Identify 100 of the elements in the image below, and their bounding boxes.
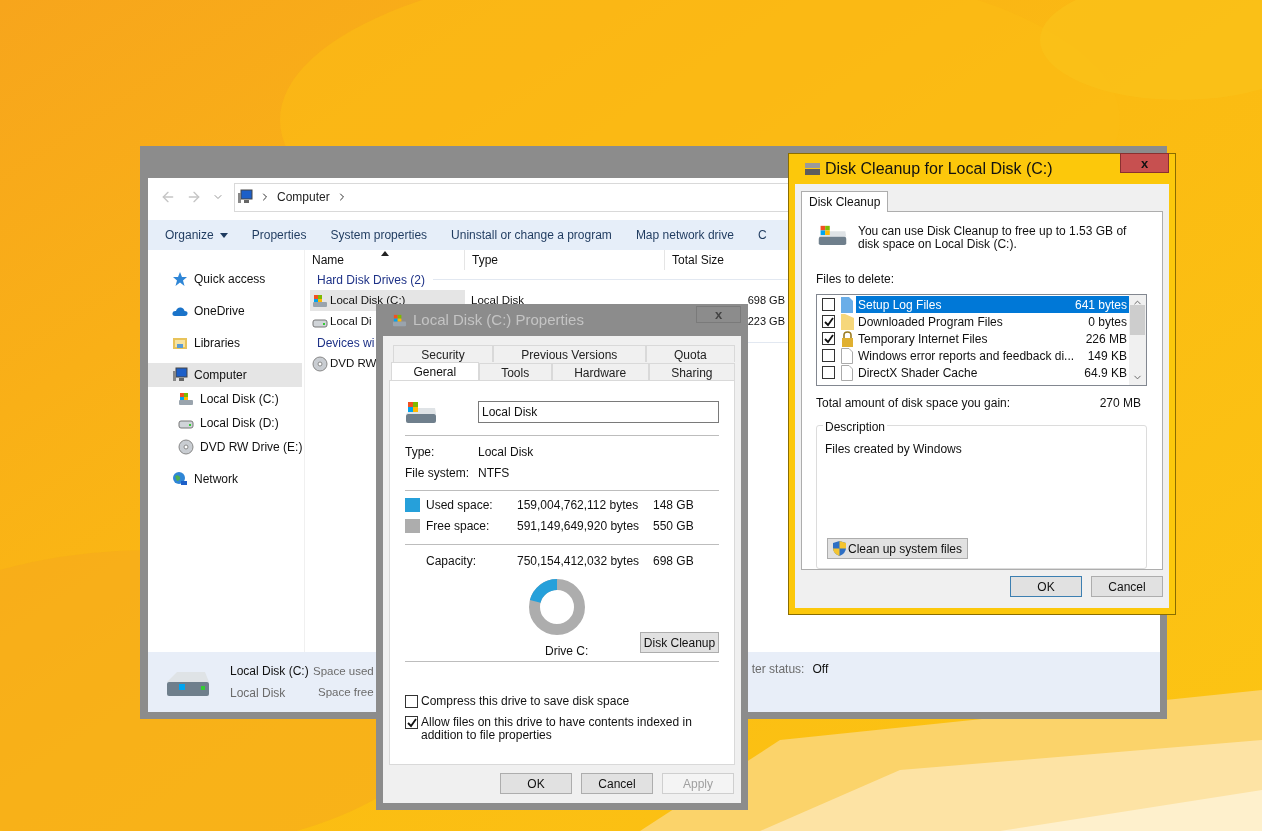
disc-icon <box>178 439 194 455</box>
scrollbar[interactable] <box>1129 295 1146 386</box>
file-row[interactable]: DirectX Shader Cache 64.9 KB <box>856 364 1129 381</box>
command-button[interactable]: Properties <box>251 226 307 244</box>
column-header[interactable]: Name <box>305 250 465 270</box>
tab[interactable]: Tools <box>478 363 552 380</box>
nav-item[interactable]: Computer <box>148 363 302 387</box>
padlock-icon <box>840 330 854 347</box>
nav-item[interactable]: Network <box>148 467 304 491</box>
disk-cleanup-button[interactable]: Disk Cleanup <box>640 632 719 653</box>
capacity-size: 698 GB <box>653 553 694 570</box>
dialog-button[interactable]: Cancel <box>581 773 653 794</box>
field-label: File system: <box>405 465 470 482</box>
drive-icon <box>405 400 437 424</box>
detail-label: ter status: <box>751 661 805 678</box>
command-button[interactable]: Organize <box>165 226 228 244</box>
capacity-label: Capacity: <box>426 553 478 570</box>
checkbox[interactable] <box>822 332 835 345</box>
drive-icon <box>392 312 407 328</box>
capacity-bytes: 750,154,412,032 bytes <box>517 553 641 570</box>
option-label: Compress this drive to save disk space <box>421 695 631 708</box>
group-heading[interactable]: Hard Disk Drives (2) <box>317 270 425 289</box>
column-header[interactable]: Type <box>465 250 665 270</box>
star-icon <box>172 271 188 287</box>
nav-item[interactable]: Local Disk (D:) <box>148 411 304 435</box>
command-button[interactable]: Map network drive <box>635 226 734 244</box>
drive-icon <box>816 224 849 246</box>
command-button[interactable]: C <box>757 226 767 244</box>
free-space-ring <box>529 579 585 635</box>
nav-item[interactable]: OneDrive <box>148 299 304 323</box>
globe-icon <box>172 471 188 487</box>
scroll-thumb[interactable] <box>1130 305 1145 336</box>
checkbox[interactable] <box>405 695 418 708</box>
option-label: Allow files on this drive to have contents indexed in addition to file properties <box>421 716 693 742</box>
file-row[interactable]: Downloaded Program Files 0 bytes <box>856 313 1129 330</box>
group-heading[interactable]: Devices wi <box>317 333 375 352</box>
dialog-button[interactable]: OK <box>1010 576 1082 597</box>
command-button[interactable]: System properties <box>330 226 428 244</box>
file-row[interactable]: Setup Log Files 641 bytes <box>856 296 1129 313</box>
tab[interactable]: Sharing <box>648 363 735 380</box>
tab[interactable]: Disk Cleanup <box>801 191 889 212</box>
field-value: Local Disk <box>478 444 534 461</box>
list-label: Files to delete: <box>816 271 896 288</box>
command-button[interactable]: Uninstall or change a program <box>451 226 612 244</box>
window-title: Disk Cleanup for Local Disk (C:) <box>825 159 1053 179</box>
field-value: NTFS <box>478 465 510 482</box>
folder-icon <box>172 335 188 351</box>
drive-icon <box>805 163 820 175</box>
checkbox[interactable] <box>822 298 835 311</box>
window-title: Local Disk (C:) Properties <box>413 309 584 330</box>
disc-icon <box>312 355 328 372</box>
checkbox[interactable] <box>822 366 835 379</box>
shield-icon <box>833 541 846 556</box>
breadcrumb[interactable]: Computer <box>277 188 330 206</box>
file-row[interactable]: Local Di <box>310 311 374 332</box>
space-label: Used space: <box>426 497 494 514</box>
total-value: 270 MB <box>1099 395 1141 413</box>
detail-label: Space free <box>318 685 374 700</box>
computer-icon <box>237 189 253 205</box>
document-icon <box>841 364 853 381</box>
nav-item[interactable]: Local Disk (C:) <box>148 387 304 411</box>
checkbox[interactable] <box>405 716 418 729</box>
drive-icon <box>178 391 194 407</box>
close-button[interactable]: x <box>1120 153 1169 173</box>
space-size: 148 GB <box>653 497 694 514</box>
sort-arrow-icon <box>381 251 389 256</box>
checkbox[interactable] <box>822 349 835 362</box>
detail-label: Space used <box>313 663 374 679</box>
folder-icon <box>840 313 854 330</box>
drive-label: Drive C: <box>545 643 589 660</box>
clean-up-system-files-button[interactable]: Clean up system files <box>827 538 969 559</box>
intro-text: You can use Disk Cleanup to free up to 1.53 GB of disk space on Local Disk (C:). <box>858 225 1128 251</box>
dropdown-icon <box>219 232 228 238</box>
file-row[interactable]: Temporary Internet Files 226 MB <box>856 330 1129 347</box>
drive-icon <box>312 292 328 309</box>
tab[interactable]: Hardware <box>551 363 649 380</box>
tab[interactable]: General <box>391 362 479 380</box>
dialog-button[interactable]: Cancel <box>1091 576 1163 597</box>
tab[interactable]: Previous Versions <box>493 345 646 362</box>
space-label: Free space: <box>426 518 491 535</box>
size-cell-text: 223 GB <box>747 314 785 330</box>
drive-name-field[interactable]: Local Disk <box>478 401 719 423</box>
dialog-button[interactable]: OK <box>500 773 572 794</box>
computer-icon <box>172 367 188 383</box>
file-row[interactable]: DVD RW <box>310 353 379 374</box>
tab[interactable]: Quota <box>645 345 735 362</box>
file-row[interactable]: Windows error reports and feedback di... 149 KB <box>856 347 1129 364</box>
detail-value: Off <box>812 661 829 678</box>
tab[interactable]: Security <box>393 345 493 362</box>
type-cell-text: Local Disk <box>471 292 526 308</box>
space-bytes: 591,149,649,920 bytes <box>517 518 641 535</box>
total-label: Total amount of disk space you gain: <box>816 395 1011 413</box>
document-icon <box>841 347 853 364</box>
drive-name: Local Disk (C:) <box>230 663 310 680</box>
description-text: Files created by Windows <box>825 442 962 457</box>
nav-item[interactable]: DVD RW Drive (E:) <box>148 435 304 459</box>
nav-item[interactable]: Libraries <box>148 331 304 355</box>
nav-item[interactable]: Quick access <box>148 267 304 291</box>
checkbox[interactable] <box>822 315 835 328</box>
space-bytes: 159,004,762,112 bytes <box>517 497 640 514</box>
